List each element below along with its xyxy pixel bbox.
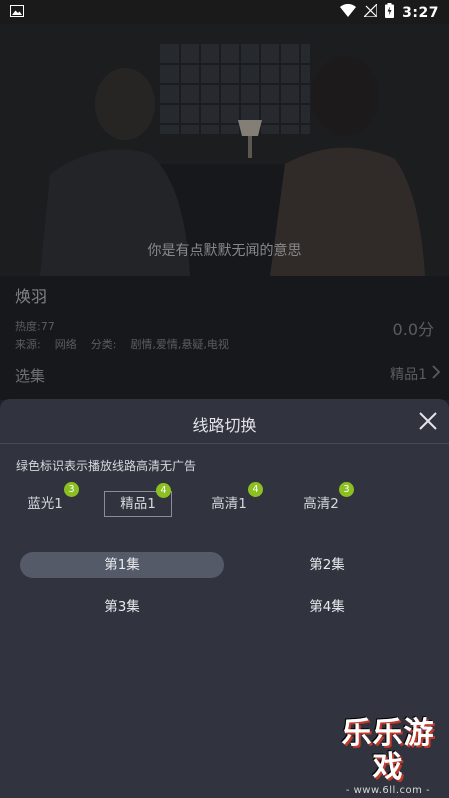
watermark-text: 乐乐游戏 [341, 716, 435, 785]
episodes-label: 选集 [15, 367, 46, 385]
heat-info: 热度:77 [15, 318, 55, 334]
category-label: 分类: [90, 338, 117, 351]
episode-button[interactable]: 第3集 [20, 594, 224, 620]
source-option-selected[interactable]: 精品1 4 [104, 483, 172, 517]
current-source: 精品1 [390, 367, 427, 383]
video-frame [0, 24, 449, 276]
source-value: 网络 [54, 338, 77, 351]
episode-button[interactable]: 第2集 [225, 552, 429, 578]
source-count-badge: 3 [64, 482, 79, 497]
chevron-right-icon [431, 364, 441, 384]
watermark-url: - www.6ll.com - [345, 785, 431, 796]
source-category-info: 来源: 网络 分类: 剧情,爱情,悬疑,电视 [15, 336, 229, 352]
status-bar: 3:27 [0, 0, 449, 24]
source-count-badge: 4 [156, 483, 171, 498]
close-icon [415, 412, 441, 438]
category-value: 剧情,爱情,悬疑,电视 [130, 338, 229, 351]
divider [0, 443, 449, 444]
source-label: 蓝光1 [27, 496, 63, 512]
video-player[interactable]: 你是有点默默无闻的意思 [0, 24, 449, 276]
source-label: 高清1 [211, 496, 247, 512]
heat-label: 热度: [15, 320, 41, 333]
watermark-logo: 乐乐游戏 - www.6ll.com - [329, 716, 447, 797]
source-count-badge: 4 [248, 482, 263, 497]
episode-button-selected[interactable]: 第1集 [20, 552, 224, 578]
source-option[interactable]: 高清2 3 [298, 482, 354, 517]
source-list: 蓝光1 3 精品1 4 高清1 4 高清2 3 [0, 482, 449, 524]
source-option[interactable]: 高清1 4 [206, 482, 263, 517]
episode-button[interactable]: 第4集 [225, 594, 429, 620]
source-option[interactable]: 蓝光1 3 [22, 482, 79, 517]
wifi-icon [340, 3, 357, 21]
source-label: 来源: [15, 338, 41, 351]
battery-icon [385, 3, 395, 22]
gallery-icon [10, 5, 24, 21]
heat-value: 77 [40, 320, 55, 333]
sheet-title: 线路切换 [192, 416, 257, 435]
notice-text: 绿色标识表示播放线路高清无广告 [16, 459, 197, 473]
source-label: 精品1 [120, 496, 156, 512]
source-label: 高清2 [303, 496, 339, 512]
no-signal-icon [362, 2, 378, 21]
score: 0.0分 [392, 320, 434, 339]
video-details: 焕羽 热度:77 来源: 网络 分类: 剧情,爱情,悬疑,电视 0.0分 选集 精品1 [0, 276, 449, 400]
video-subtitle: 你是有点默默无闻的意思 [147, 243, 302, 259]
close-button[interactable] [415, 408, 441, 434]
status-time: 3:27 [402, 4, 439, 21]
source-count-badge: 3 [339, 482, 354, 497]
video-title: 焕羽 [15, 287, 48, 306]
episodes-selector[interactable]: 精品1 [390, 364, 441, 384]
